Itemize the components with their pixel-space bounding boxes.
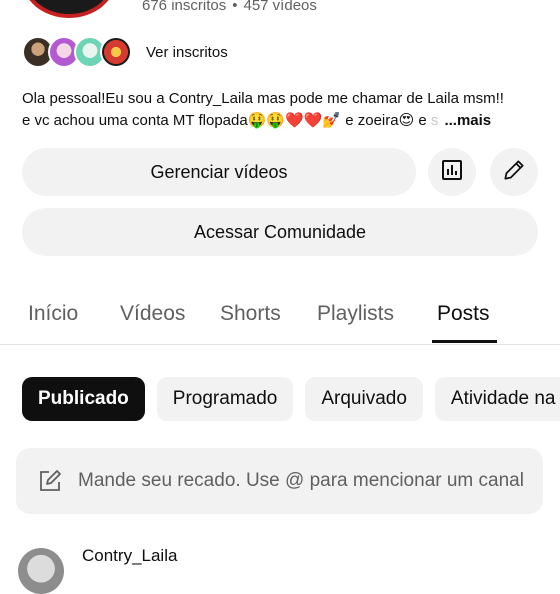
chip-archived[interactable]: Arquivado xyxy=(305,377,423,421)
pencil-icon xyxy=(501,157,527,188)
tab-videos[interactable]: Vídeos xyxy=(120,302,185,326)
description-fade-text: s xyxy=(426,112,439,129)
tab-posts[interactable]: Posts xyxy=(437,302,490,326)
view-subscribers-link[interactable]: Ver inscritos xyxy=(146,44,228,61)
community-button[interactable]: Acessar Comunidade xyxy=(22,208,538,256)
subscriber-avatar xyxy=(100,36,132,68)
channel-description[interactable]: Ola pessoal!Eu sou a Contry_Laila mas po… xyxy=(22,88,542,132)
tab-playlists[interactable]: Playlists xyxy=(317,302,394,326)
subscriber-count: 676 inscritos xyxy=(142,0,227,14)
subscribers-row[interactable]: Ver inscritos xyxy=(22,34,228,70)
description-more-link[interactable]: ...mais xyxy=(444,112,491,129)
edit-square-icon xyxy=(36,467,64,495)
video-count: 457 vídeos xyxy=(243,0,317,14)
composer-placeholder: Mande seu recado. Use @ para mencionar u… xyxy=(78,470,524,491)
manage-videos-label: Gerenciar vídeos xyxy=(150,161,288,182)
stats-separator: • xyxy=(232,0,238,14)
community-label: Acessar Comunidade xyxy=(193,221,367,242)
chip-scheduled[interactable]: Programado xyxy=(156,377,294,421)
manage-videos-button[interactable]: Gerenciar vídeos xyxy=(22,148,416,196)
active-tab-indicator xyxy=(432,340,497,343)
bar-chart-icon xyxy=(440,158,464,187)
chip-activity[interactable]: Atividade na xyxy=(434,377,560,421)
post-author-avatar[interactable] xyxy=(18,548,64,594)
channel-avatar[interactable] xyxy=(22,0,116,18)
channel-stats: 676 inscritos • 457 vídeos xyxy=(142,0,317,14)
tab-shorts[interactable]: Shorts xyxy=(220,302,281,326)
description-line-2: e vc achou uma conta MT flopada🤑🤑❤️❤️💅 e… xyxy=(22,112,427,129)
channel-tabs: Início Vídeos Shorts Playlists Posts xyxy=(0,290,560,345)
post-author-name[interactable]: Contry_Laila xyxy=(82,546,177,566)
post-filter-chips: Publicado Programado Arquivado Atividade… xyxy=(22,377,560,421)
chip-published[interactable]: Publicado xyxy=(22,377,145,421)
analytics-button[interactable] xyxy=(428,148,476,196)
tab-home[interactable]: Início xyxy=(28,302,78,326)
edit-channel-button[interactable] xyxy=(490,148,538,196)
post-composer[interactable]: Mande seu recado. Use @ para mencionar u… xyxy=(16,448,543,514)
description-line-1: Ola pessoal!Eu sou a Contry_Laila mas po… xyxy=(22,90,504,107)
